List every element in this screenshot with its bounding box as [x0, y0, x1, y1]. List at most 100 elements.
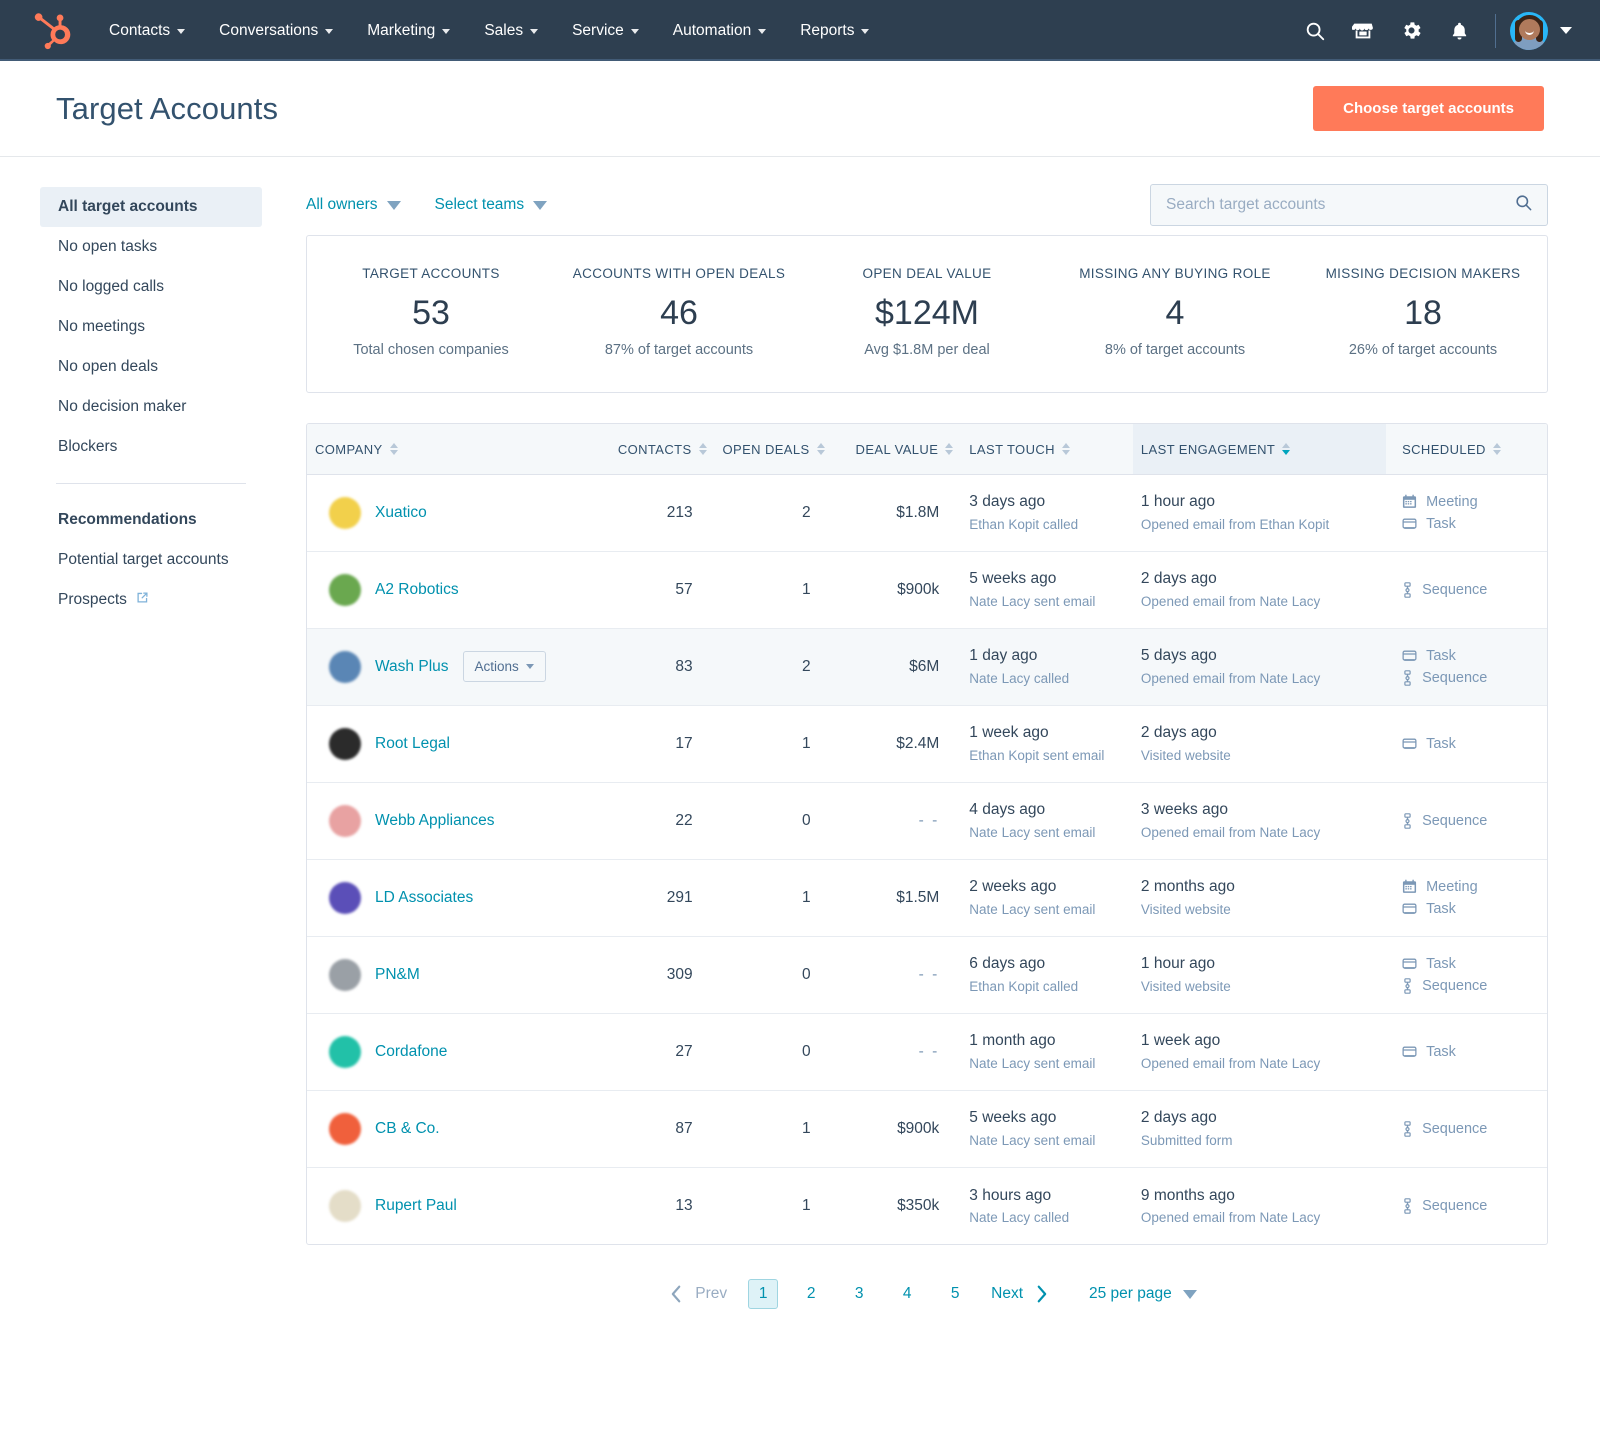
cell-deal-value: - -	[833, 936, 962, 1013]
nav-item-service[interactable]: Service	[555, 12, 656, 50]
chevron-down-icon	[530, 29, 538, 34]
column-header-company[interactable]: COMPANY	[307, 424, 597, 474]
column-header-open-deals[interactable]: OPEN DEALS	[715, 424, 833, 474]
sort-arrows-icon[interactable]	[1062, 443, 1070, 455]
per-page-dropdown[interactable]: 25 per page	[1089, 1285, 1197, 1303]
scheduled-item-label: Sequence	[1422, 582, 1487, 598]
nav-item-contacts[interactable]: Contacts	[92, 12, 202, 50]
cell-open-deals: 1	[715, 1090, 833, 1167]
stat-sublabel: Avg $1.8M per deal	[813, 342, 1041, 358]
search-target-accounts[interactable]	[1150, 184, 1548, 226]
nav-item-sales[interactable]: Sales	[467, 12, 555, 50]
pagination-prev-button[interactable]: Prev	[657, 1283, 739, 1305]
company-name-link[interactable]: A2 Robotics	[375, 581, 459, 599]
scheduled-item[interactable]: Sequence	[1402, 1121, 1539, 1137]
scheduled-item[interactable]: Sequence	[1402, 670, 1539, 686]
table-row[interactable]: Xuatico2132$1.8M3 days agoEthan Kopit ca…	[307, 474, 1547, 551]
scheduled-item[interactable]: Task	[1402, 901, 1539, 917]
stat-label: MISSING DECISION MAKERS	[1309, 266, 1537, 281]
sidebar-item-no-logged-calls[interactable]: No logged calls	[40, 267, 262, 307]
last-touch-time: 4 days ago	[969, 800, 1125, 819]
settings-gear-icon[interactable]	[1387, 9, 1435, 53]
sidebar-item-blockers[interactable]: Blockers	[40, 427, 262, 467]
column-header-contacts[interactable]: CONTACTS	[597, 424, 715, 474]
scheduled-item[interactable]: Meeting	[1402, 879, 1539, 895]
search-input[interactable]	[1166, 196, 1514, 214]
pagination-page-4[interactable]: 4	[892, 1279, 922, 1309]
sidebar-item-label: Potential target accounts	[58, 551, 229, 569]
nav-item-automation[interactable]: Automation	[656, 12, 783, 50]
table-row[interactable]: Wash PlusActions832$6M1 day agoNate Lacy…	[307, 628, 1547, 705]
pagination-next-button[interactable]: Next	[979, 1283, 1061, 1305]
company-name-link[interactable]: Xuatico	[375, 504, 427, 522]
choose-target-accounts-button[interactable]: Choose target accounts	[1313, 86, 1544, 131]
marketplace-icon[interactable]	[1339, 9, 1387, 53]
scheduled-item[interactable]: Sequence	[1402, 582, 1539, 598]
cell-last-touch: 2 weeks agoNate Lacy sent email	[961, 859, 1133, 936]
account-menu[interactable]	[1510, 12, 1576, 50]
scheduled-item[interactable]: Task	[1402, 736, 1539, 752]
sidebar-item-prospects[interactable]: Prospects	[40, 580, 262, 620]
company-name-link[interactable]: Root Legal	[375, 735, 450, 753]
sidebar-item-no-open-tasks[interactable]: No open tasks	[40, 227, 262, 267]
table-row[interactable]: PN&M3090- -6 days agoEthan Kopit called1…	[307, 936, 1547, 1013]
pagination-page-3[interactable]: 3	[844, 1279, 874, 1309]
scheduled-item[interactable]: Task	[1402, 1044, 1539, 1060]
table-row[interactable]: LD Associates2911$1.5M2 weeks agoNate La…	[307, 859, 1547, 936]
column-header-scheduled[interactable]: SCHEDULED	[1386, 424, 1547, 474]
row-actions-button[interactable]: Actions	[463, 651, 546, 682]
sidebar-item-no-meetings[interactable]: No meetings	[40, 307, 262, 347]
search-icon[interactable]	[1291, 9, 1339, 53]
last-touch-detail: Nate Lacy called	[969, 671, 1125, 688]
table-row[interactable]: Webb Appliances220- -4 days agoNate Lacy…	[307, 782, 1547, 859]
company-name-link[interactable]: Webb Appliances	[375, 812, 495, 830]
sort-arrows-icon[interactable]	[699, 443, 707, 455]
nav-item-reports[interactable]: Reports	[783, 12, 886, 50]
sidebar-item-potential-target-accounts[interactable]: Potential target accounts	[40, 540, 262, 580]
hubspot-sprocket-logo-icon[interactable]	[34, 11, 74, 51]
scheduled-item[interactable]: Task	[1402, 648, 1539, 664]
sidebar-item-all-target-accounts[interactable]: All target accounts	[40, 187, 262, 227]
column-header-last-engagement[interactable]: LAST ENGAGEMENT	[1133, 424, 1386, 474]
last-engagement-detail: Visited website	[1141, 979, 1378, 996]
owners-filter-dropdown[interactable]: All owners	[306, 196, 401, 214]
nav-item-marketing[interactable]: Marketing	[350, 12, 467, 50]
sort-arrows-icon[interactable]	[1282, 443, 1290, 455]
column-header-last-touch[interactable]: LAST TOUCH	[961, 424, 1133, 474]
scheduled-item[interactable]: Sequence	[1402, 1198, 1539, 1214]
column-header-deal-value[interactable]: DEAL VALUE	[833, 424, 962, 474]
sidebar-item-no-open-deals[interactable]: No open deals	[40, 347, 262, 387]
sidebar-item-no-decision-maker[interactable]: No decision maker	[40, 387, 262, 427]
cell-last-engagement: 5 days agoOpened email from Nate Lacy	[1133, 628, 1386, 705]
sort-arrows-icon[interactable]	[945, 443, 953, 455]
target-accounts-table-card: COMPANY CONTACTS OPEN	[306, 423, 1548, 1245]
avatar[interactable]	[1510, 12, 1548, 50]
teams-filter-dropdown[interactable]: Select teams	[435, 196, 548, 214]
scheduled-item[interactable]: Task	[1402, 956, 1539, 972]
company-name-link[interactable]: CB & Co.	[375, 1120, 440, 1138]
notifications-bell-icon[interactable]	[1435, 9, 1483, 53]
nav-item-conversations[interactable]: Conversations	[202, 12, 350, 50]
pagination-page-2[interactable]: 2	[796, 1279, 826, 1309]
sort-arrows-icon[interactable]	[817, 443, 825, 455]
company-name-link[interactable]: PN&M	[375, 966, 420, 984]
pagination-page-5[interactable]: 5	[940, 1279, 970, 1309]
company-name-link[interactable]: LD Associates	[375, 889, 473, 907]
table-row[interactable]: CB & Co.871$900k5 weeks agoNate Lacy sen…	[307, 1090, 1547, 1167]
company-name-link[interactable]: Wash Plus	[375, 658, 449, 676]
scheduled-item[interactable]: Sequence	[1402, 978, 1539, 994]
search-icon[interactable]	[1514, 193, 1533, 217]
sort-arrows-icon[interactable]	[390, 443, 398, 455]
table-row[interactable]: A2 Robotics571$900k5 weeks agoNate Lacy …	[307, 551, 1547, 628]
sort-arrows-icon[interactable]	[1493, 443, 1501, 455]
table-row[interactable]: Root Legal171$2.4M1 week agoEthan Kopit …	[307, 705, 1547, 782]
pagination-page-1[interactable]: 1	[748, 1279, 778, 1309]
scheduled-item[interactable]: Meeting	[1402, 494, 1539, 510]
cell-contacts: 27	[597, 1013, 715, 1090]
scheduled-item[interactable]: Task	[1402, 516, 1539, 532]
company-name-link[interactable]: Cordafone	[375, 1043, 447, 1061]
table-row[interactable]: Rupert Paul131$350k3 hours agoNate Lacy …	[307, 1167, 1547, 1244]
company-name-link[interactable]: Rupert Paul	[375, 1197, 457, 1215]
scheduled-item[interactable]: Sequence	[1402, 813, 1539, 829]
table-row[interactable]: Cordafone270- -1 month agoNate Lacy sent…	[307, 1013, 1547, 1090]
